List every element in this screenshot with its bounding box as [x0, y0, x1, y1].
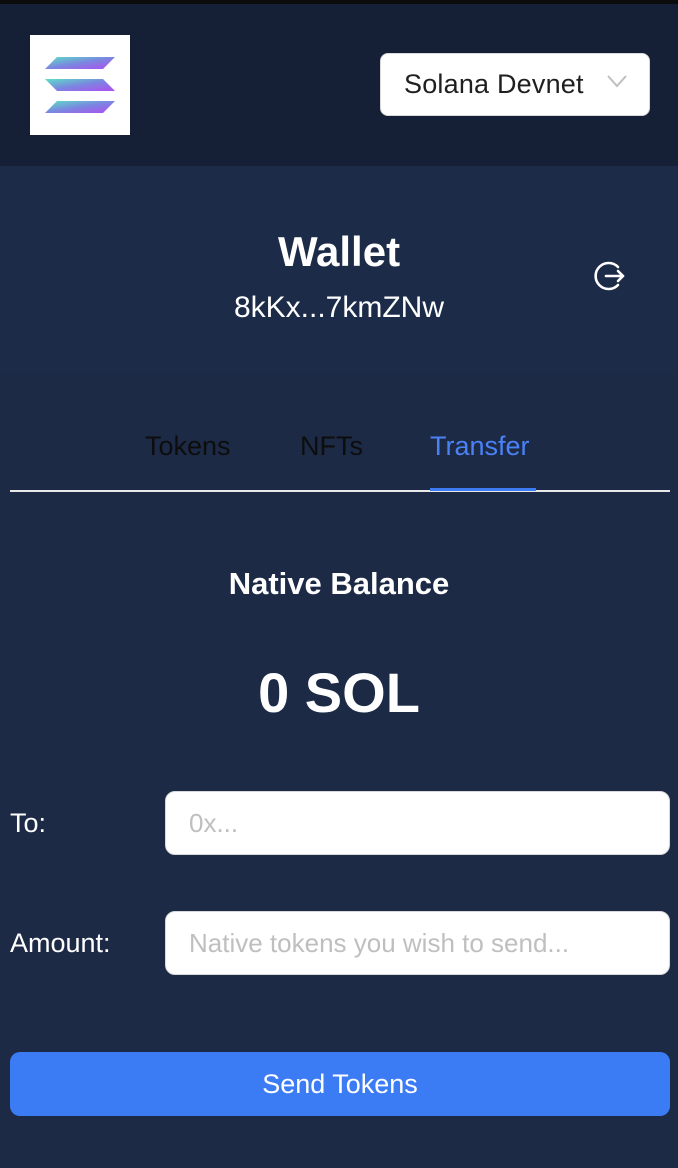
wallet-card: Wallet 8kKx...7kmZNw — [0, 166, 678, 374]
solana-logo-svg — [45, 57, 115, 113]
chevron-down-icon — [607, 74, 627, 93]
to-label: To: — [10, 808, 47, 838]
tab-tokens[interactable]: Tokens — [145, 431, 231, 462]
amount-input[interactable] — [165, 911, 670, 975]
header: Solana Devnet — [0, 4, 678, 166]
tab-bar: Tokens NFTs Transfer — [10, 375, 670, 492]
to-address-input[interactable] — [165, 791, 670, 855]
active-tab-indicator — [430, 488, 536, 491]
wallet-address: 8kKx...7kmZNw — [233, 291, 445, 324]
send-tokens-button[interactable]: Send Tokens — [10, 1052, 670, 1116]
amount-label: Amount: — [10, 928, 111, 958]
balance-value: 0 SOL — [258, 661, 420, 724]
network-select[interactable]: Solana Devnet — [380, 53, 650, 116]
network-select-label: Solana Devnet — [404, 69, 584, 99]
tab-divider — [10, 490, 670, 492]
wallet-title: Wallet — [277, 228, 401, 275]
tab-nfts[interactable]: NFTs — [300, 431, 363, 462]
solana-logo-icon[interactable] — [30, 35, 130, 135]
page: Solana Devnet Wallet 8kKx...7kmZNw Token… — [0, 0, 678, 1168]
balance-title: Native Balance — [228, 566, 450, 601]
logout-icon[interactable] — [592, 258, 628, 294]
send-tokens-label: Send Tokens — [262, 1068, 418, 1099]
tab-transfer[interactable]: Transfer — [430, 431, 530, 462]
